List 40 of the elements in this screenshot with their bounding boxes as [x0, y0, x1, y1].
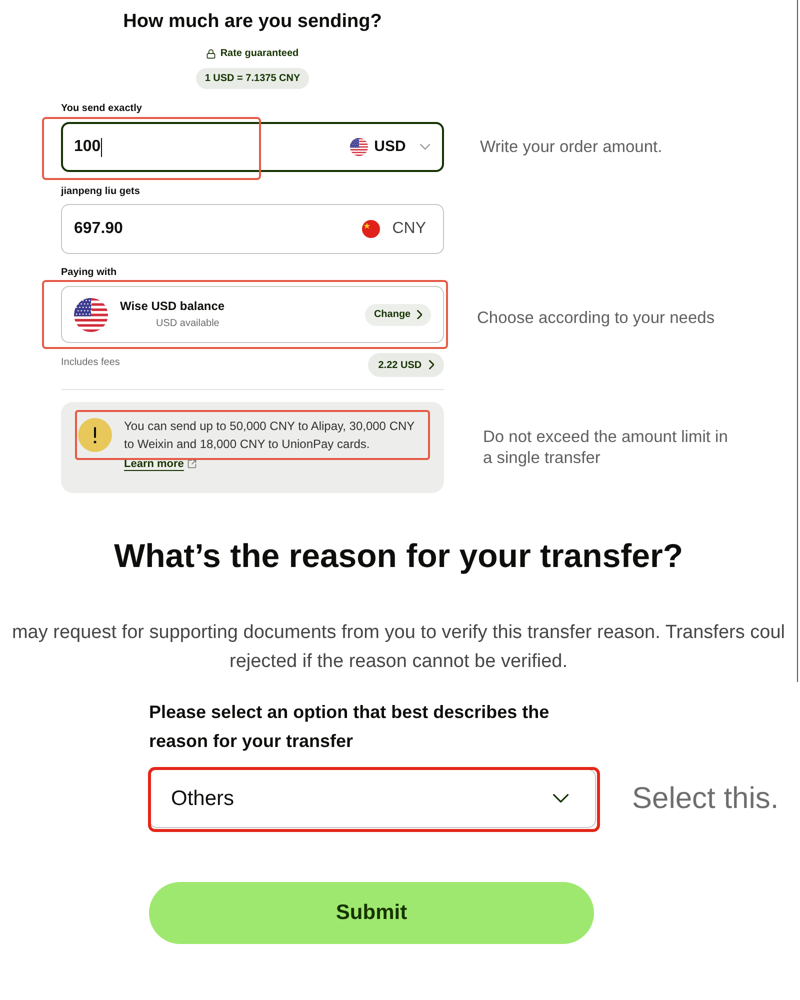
reason-question: Please select an option that best describes the reason for your transfer — [149, 701, 550, 753]
amount-field[interactable]: 697.90 CNY — [61, 204, 444, 254]
amount-value: 100 — [74, 137, 101, 157]
annotation-text: Do not exceed the amount limit in a single transfer — [483, 426, 729, 468]
balance-text: USD available — [156, 317, 220, 330]
reason-select[interactable]: Others — [149, 769, 596, 828]
chevron-right-icon — [428, 360, 434, 370]
payment-method-card[interactable]: Wise USD balance USD available Change — [61, 286, 444, 343]
currency-selector[interactable]: USD — [350, 136, 430, 158]
currency-label: CNY — [392, 219, 426, 239]
amount-field[interactable]: 100 USD — [61, 122, 444, 172]
us-flag-icon — [74, 298, 108, 332]
learn-more-link[interactable]: Learn more — [124, 456, 197, 472]
fees-button[interactable]: 2.22 USD — [368, 353, 444, 377]
us-flag-icon — [350, 138, 368, 156]
lock-icon — [206, 49, 216, 59]
exchange-rate-badge: 1 USD = 7.1375 CNY — [196, 68, 310, 89]
text-cursor-icon — [100, 138, 102, 156]
chevron-down-icon — [553, 794, 569, 803]
amount-value: 697.90 — [74, 219, 123, 239]
annotation-text: Choose according to your needs — [477, 308, 715, 330]
payment-method-name: Wise USD balance — [120, 299, 225, 314]
warning-icon — [78, 418, 112, 452]
field-label: jianpeng liu gets — [61, 186, 141, 198]
submit-button[interactable]: Submit — [149, 882, 594, 944]
annotation-text: Select this. — [632, 781, 779, 817]
field-label: Paying with — [61, 267, 118, 279]
china-flag-icon — [362, 220, 380, 238]
field-label: You send exactly — [61, 103, 143, 115]
page-title: How much are you sending? — [123, 11, 382, 33]
section-title: What’s the reason for your transfer? — [112, 538, 684, 574]
fees-label: Includes fees — [61, 356, 120, 370]
chevron-down-icon — [420, 144, 430, 150]
notice-text: You can send up to 50,000 CNY to Alipay, 30,000 CNY to Weixin and 18,000 CNY to UnionPay cards. — [124, 418, 416, 453]
change-button[interactable]: Change — [364, 304, 431, 326]
annotation-text: Write your order amount. — [480, 136, 662, 158]
chevron-right-icon — [416, 310, 422, 320]
rate-guarantee-text: Rate guaranteed — [220, 48, 299, 60]
external-link-icon — [186, 459, 197, 470]
verification-notice-text: may request for supporting documents from you to verify this transfer reason. Transfers coul rejected if the reason cannot be verified. — [10, 621, 786, 674]
